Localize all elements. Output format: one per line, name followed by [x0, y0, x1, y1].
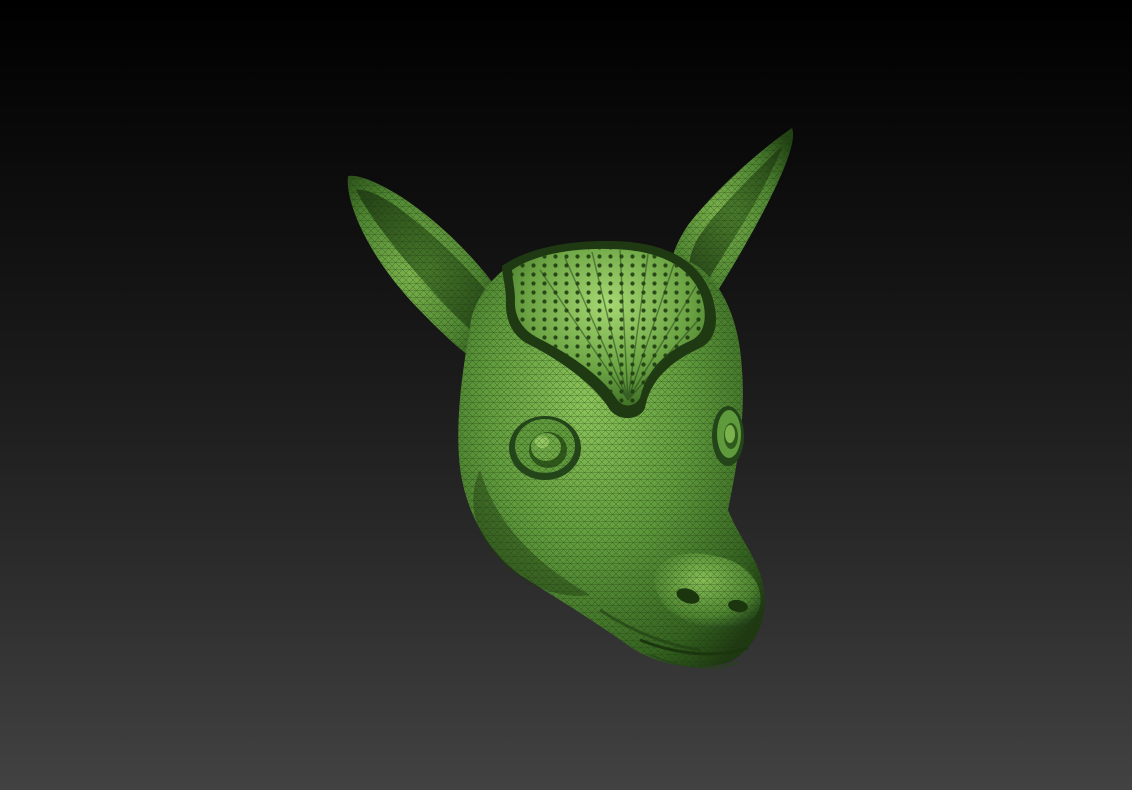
- left-eye: [509, 416, 581, 480]
- right-eye: [712, 406, 744, 466]
- model-render: [347, 128, 794, 669]
- 3d-viewport[interactable]: [0, 0, 1132, 790]
